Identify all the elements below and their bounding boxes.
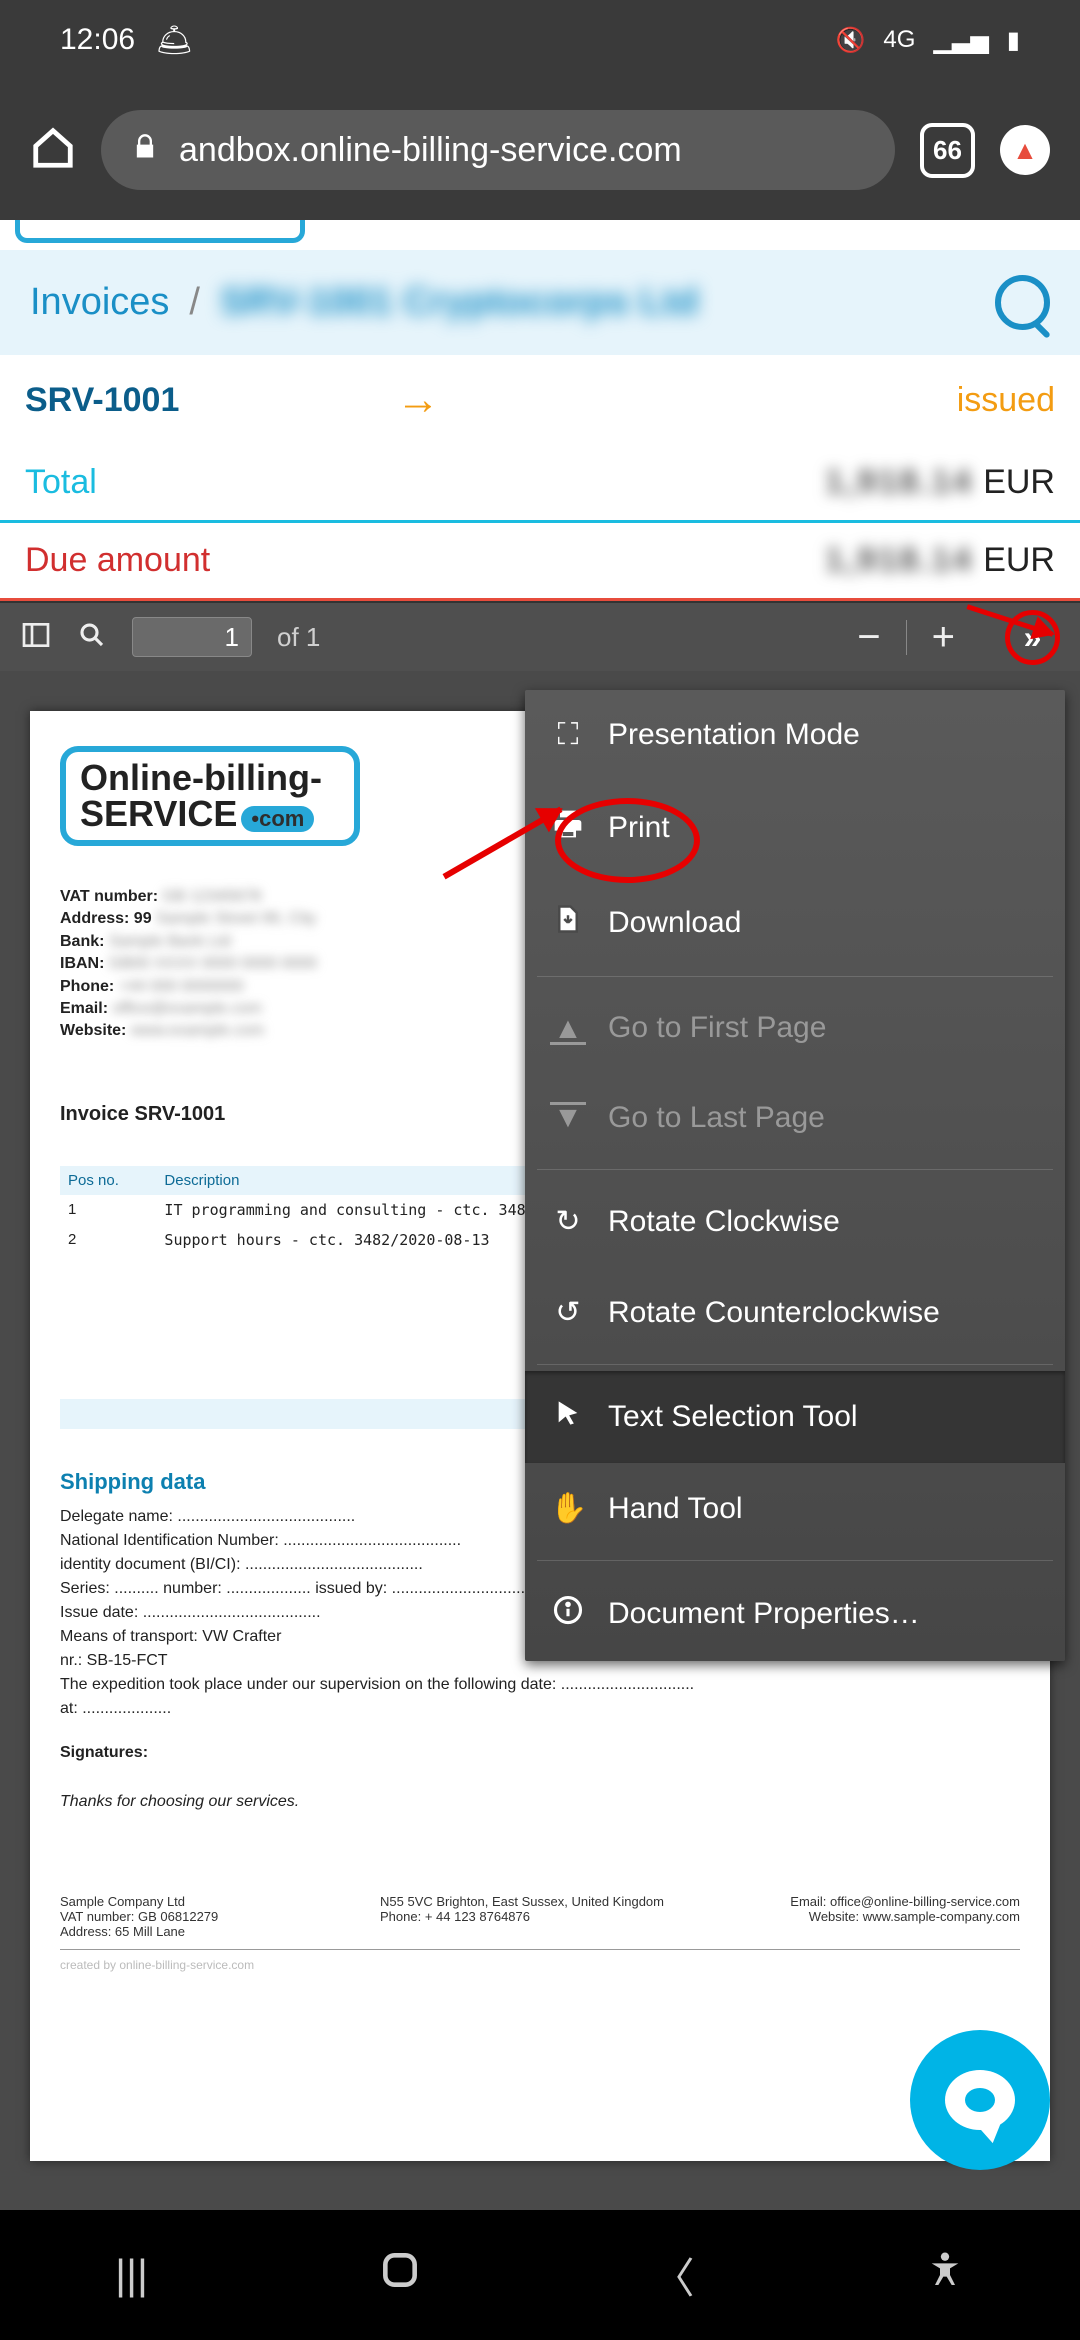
android-nav-bar: ||| 〈 [0,2210,1080,2340]
info-icon [550,1595,586,1633]
home-icon[interactable] [30,125,76,176]
due-currency: EUR [983,541,1055,580]
total-amount: 1,918.14 [825,463,973,502]
breadcrumb-current: SRV-1001 Cryptocorps Ltd [220,281,699,324]
first-page-icon: ▲ [550,1012,586,1045]
menu-presentation[interactable]: ⛶ Presentation Mode [525,690,1065,780]
header-strip [0,220,1080,250]
arrow-right-icon[interactable]: → [396,375,440,425]
menu-download[interactable]: Download [525,876,1065,970]
menu-last-page[interactable]: ▼ Go to Last Page [525,1073,1065,1163]
invoice-header-row: SRV-1001 → issued [0,355,1080,445]
download-icon [550,904,586,942]
rotate-ccw-icon: ↺ [550,1295,586,1330]
clock: 12:06 [60,23,135,57]
menu-text-tool[interactable]: Text Selection Tool [525,1371,1065,1463]
menu-rotate-ccw[interactable]: ↺ Rotate Counterclockwise [525,1267,1065,1358]
tab-count[interactable]: 66 [920,123,975,178]
url-bar[interactable]: andbox.online-billing-service.com [101,110,895,190]
browser-bar: andbox.online-billing-service.com 66 ▲ [0,80,1080,220]
logo: Online-billing- SERVICE•com [60,746,360,846]
zoom-out-icon[interactable]: − [857,615,880,660]
page-of: of 1 [277,622,320,653]
sidebar-toggle-icon[interactable] [20,619,52,656]
total-label: Total [25,463,97,502]
menu-doc-props[interactable]: Document Properties… [525,1567,1065,1661]
network-type: 4G [883,26,915,54]
mute-icon: 🔇 [836,26,866,55]
signal-icon: ▁▃▅ [933,26,988,55]
invoice-id: SRV-1001 [25,381,179,420]
hand-icon: ✋ [550,1491,586,1526]
print-icon [550,808,586,848]
rotate-cw-icon: ↻ [550,1204,586,1239]
recents-button[interactable]: ||| [115,2251,148,2299]
last-page-icon: ▼ [550,1102,586,1135]
menu-print[interactable]: Print [525,780,1065,876]
due-row: Due amount 1,918.14 EUR [0,523,1080,601]
invoice-status: issued [957,381,1055,420]
fullscreen-icon: ⛶ [550,718,586,752]
pdf-toolbar: 1 of 1 − + » [0,601,1080,671]
breadcrumb: Invoices / SRV-1001 Cryptocorps Ltd [0,250,1080,355]
due-amount: 1,918.14 [825,541,973,580]
update-icon[interactable]: ▲ [1000,125,1050,175]
lock-icon [131,131,159,170]
menu-first-page[interactable]: ▲ Go to First Page [525,983,1065,1073]
zoom-sep [906,620,907,655]
menu-rotate-cw[interactable]: ↻ Rotate Clockwise [525,1176,1065,1267]
app-indicator-icon: 🛎 [155,23,193,58]
chat-button[interactable] [910,2030,1050,2170]
back-button[interactable]: 〈 [653,2245,695,2306]
doc-footer: Sample Company LtdVAT number: GB 0681227… [60,1894,1020,1950]
more-tools-icon[interactable]: » [1005,610,1060,665]
breadcrumb-invoices[interactable]: Invoices [30,281,169,324]
page-input[interactable]: 1 [132,617,252,657]
menu-hand-tool[interactable]: ✋ Hand Tool [525,1463,1065,1554]
due-label: Due amount [25,541,210,580]
total-currency: EUR [983,463,1055,502]
breadcrumb-sep: / [189,281,200,324]
url-text: andbox.online-billing-service.com [179,131,682,170]
chat-icon [945,2070,1015,2130]
cursor-icon [550,1399,586,1435]
accessibility-button[interactable] [925,2250,965,2300]
home-button[interactable] [378,2248,422,2302]
pdf-tools-menu: ⛶ Presentation Mode Print Download ▲ Go … [525,690,1065,1661]
search-icon[interactable] [995,275,1050,330]
status-bar: 12:06 🛎 🔇 4G ▁▃▅ ▮ [0,0,1080,80]
zoom-in-icon[interactable]: + [932,615,955,660]
total-row: Total 1,918.14 EUR [0,445,1080,523]
search-icon[interactable] [77,620,107,655]
battery-icon: ▮ [1007,26,1020,55]
